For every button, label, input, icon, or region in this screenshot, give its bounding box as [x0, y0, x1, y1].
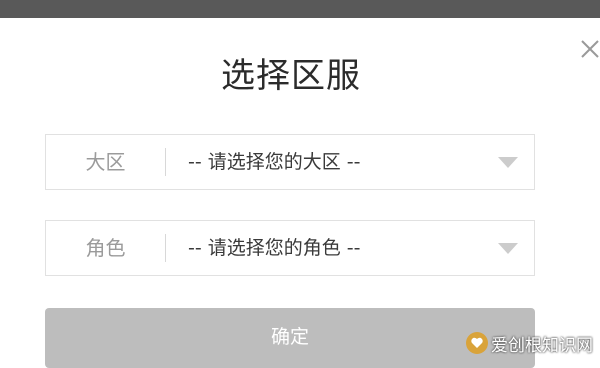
watermark-logo-icon	[466, 332, 488, 354]
top-bar	[0, 0, 600, 18]
role-label: 角色	[85, 236, 126, 260]
region-label: 大区	[85, 150, 126, 174]
dialog-title: 选择区服	[221, 56, 361, 96]
role-select-value: -- 请选择您的角色 --	[188, 237, 361, 259]
chevron-down-icon[interactable]	[498, 157, 518, 169]
role-divider	[165, 234, 166, 262]
region-divider	[165, 148, 166, 176]
watermark: 爱创根知识网	[466, 328, 593, 358]
chevron-down-icon[interactable]	[498, 243, 518, 255]
region-select-value: -- 请选择您的大区 --	[188, 151, 361, 173]
watermark-text: 爱创根知识网	[491, 335, 593, 356]
role-select[interactable]: 角色 -- 请选择您的角色 --	[45, 220, 535, 276]
region-select[interactable]: 大区 -- 请选择您的大区 --	[45, 134, 535, 190]
confirm-button[interactable]: 确定	[45, 308, 535, 368]
